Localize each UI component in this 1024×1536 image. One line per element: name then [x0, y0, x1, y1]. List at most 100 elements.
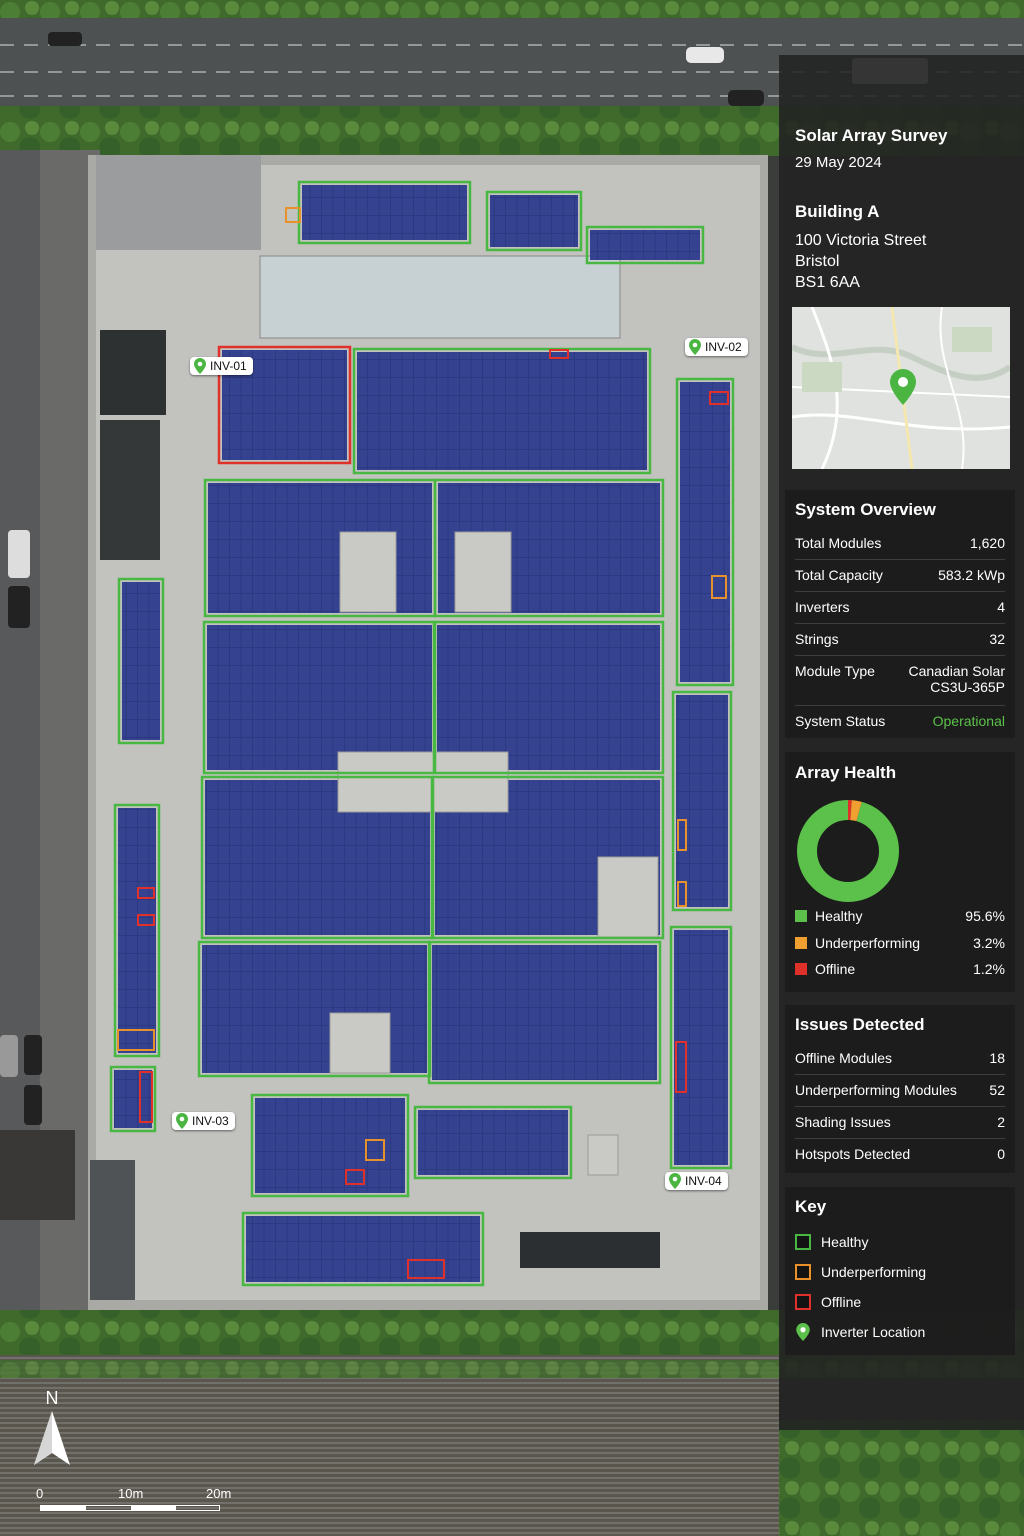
building-info: Building A 100 Victoria Street Bristol B…: [795, 202, 926, 292]
issue-value: 2: [997, 1114, 1005, 1130]
issue-label: Offline Modules: [795, 1050, 893, 1066]
overview-row: Total Capacity 583.2 kWp: [795, 560, 1005, 592]
panel-array: [674, 930, 728, 1165]
panel-array: [202, 945, 427, 1073]
address-line: BS1 6AA: [795, 274, 860, 291]
inverter-pin-inv-02[interactable]: INV-02: [685, 338, 748, 356]
array-health-card: Array Health Healthy 95.6% Underperforming…: [785, 752, 1015, 992]
roof-equipment: [587, 1134, 619, 1176]
scale-label-0: 0: [36, 1486, 44, 1501]
health-legend-item: Underperforming 3.2%: [795, 935, 1005, 962]
inverter-label: INV-01: [210, 359, 247, 373]
donut-slice-healthy: [797, 800, 899, 902]
legend-swatch: [795, 936, 807, 949]
issue-row: Hotspots Detected 0: [795, 1139, 1005, 1171]
issue-row: Underperforming Modules 52: [795, 1075, 1005, 1107]
survey-date: 29 May 2024: [795, 154, 882, 171]
north-arrow: N: [30, 1388, 74, 1472]
key-swatch: [795, 1234, 811, 1250]
key-label: Healthy: [821, 1234, 869, 1250]
legend-value: 3.2%: [973, 934, 1005, 951]
panel-array: [437, 625, 660, 770]
overview-value: 583.2 kWp: [938, 567, 1005, 583]
key-swatch: [795, 1294, 811, 1310]
legend-value: 1.2%: [973, 961, 1005, 977]
locator-map[interactable]: [792, 307, 1010, 469]
panel-array: [118, 808, 156, 1053]
issue-value: 0: [997, 1146, 1005, 1162]
panel-array: [357, 352, 647, 470]
overview-value: Canadian Solar CS3U-365P: [908, 663, 1005, 695]
key-swatch: [795, 1264, 811, 1280]
legend-label: Offline: [815, 961, 856, 977]
overview-row: Inverters 4: [795, 592, 1005, 624]
health-legend: Healthy 95.6% Underperforming 3.2% Offline 1.…: [795, 908, 1005, 988]
panel-array: [207, 625, 432, 770]
issues-card: Issues Detected Offline Modules 18 Underpe…: [785, 1005, 1015, 1173]
issue-label: Hotspots Detected: [795, 1146, 911, 1162]
inverter-pin-inv-03[interactable]: INV-03: [172, 1112, 235, 1130]
issue-row: Shading Issues 2: [795, 1107, 1005, 1139]
map-pin-icon: [689, 339, 701, 355]
overview-label: Inverters: [795, 599, 850, 615]
overview-label: Strings: [795, 631, 839, 647]
building-name: Building A: [795, 202, 880, 221]
overview-row: System Status Operational: [795, 706, 1005, 738]
legend-swatch: [795, 910, 807, 922]
key-item: Underperforming: [795, 1257, 1005, 1287]
address-line: 100 Victoria Street: [795, 232, 927, 249]
key-list: Healthy Underperforming Offline Inverter Lo…: [795, 1227, 1005, 1347]
location-pin-icon: [890, 369, 916, 405]
system-overview-card: System Overview Total Modules 1,620 Total …: [785, 490, 1015, 738]
issues-title: Issues Detected: [795, 1015, 925, 1034]
key-label: Inverter Location: [821, 1324, 926, 1340]
inverter-pin-inv-04[interactable]: INV-04: [665, 1172, 728, 1190]
inverter-pin-inv-01[interactable]: INV-01: [190, 357, 253, 375]
legend-label: Healthy: [815, 908, 863, 924]
overview-value: 1,620: [969, 535, 1005, 551]
key-card: Key Healthy Underperforming Offline Inverte…: [785, 1187, 1015, 1355]
north-label: N: [45, 1388, 59, 1408]
map-pin-icon: [669, 1173, 681, 1189]
health-legend-item: Healthy 95.6%: [795, 908, 1005, 935]
panel-array: [676, 695, 728, 907]
roof-equipment: [339, 531, 397, 613]
overview-label: System Status: [795, 713, 886, 729]
panel-array: [680, 382, 730, 682]
scale-label-10: 10m: [118, 1486, 144, 1501]
panel-array: [122, 582, 160, 740]
legend-label: Underperforming: [815, 934, 921, 951]
panel-array: [114, 1070, 152, 1128]
overview-label: Total Modules: [795, 535, 882, 551]
panel-array: [302, 185, 467, 240]
aerial-map[interactable]: Solar Array Survey 29 May 2024 Building …: [0, 0, 1024, 1536]
inverter-label: INV-02: [705, 340, 742, 354]
overview-row: Total Modules 1,620: [795, 528, 1005, 560]
inverter-pin-icon: [796, 1323, 810, 1341]
map-pin-icon: [194, 358, 206, 374]
scale-bar: 0 10m 20m: [36, 1486, 246, 1516]
key-label: Underperforming: [821, 1264, 927, 1280]
health-legend-item: Offline 1.2%: [795, 961, 1005, 988]
scale-label-20: 20m: [206, 1486, 232, 1501]
roof-equipment: [454, 531, 512, 613]
overview-row: Module Type Canadian Solar CS3U-365P: [795, 656, 1005, 706]
key-item: Healthy: [795, 1227, 1005, 1257]
panel-array: [432, 945, 657, 1080]
map-pin-icon: [176, 1113, 188, 1129]
key-title: Key: [795, 1197, 827, 1216]
survey-header: Solar Array Survey 29 May 2024: [795, 126, 947, 171]
key-label: Offline: [821, 1294, 862, 1310]
overview-value: 4: [997, 599, 1005, 615]
panel-array: [590, 230, 700, 260]
inverter-label: INV-04: [685, 1174, 722, 1188]
panel-array: [418, 1110, 568, 1175]
issue-value: 18: [989, 1050, 1005, 1066]
legend-swatch: [795, 963, 807, 975]
roof-equipment: [337, 751, 509, 813]
address-line: Bristol: [795, 253, 840, 270]
system-overview-title: System Overview: [795, 500, 936, 519]
health-donut-chart: [797, 800, 899, 902]
overview-value: 32: [989, 631, 1005, 647]
survey-title: Solar Array Survey: [795, 126, 948, 145]
